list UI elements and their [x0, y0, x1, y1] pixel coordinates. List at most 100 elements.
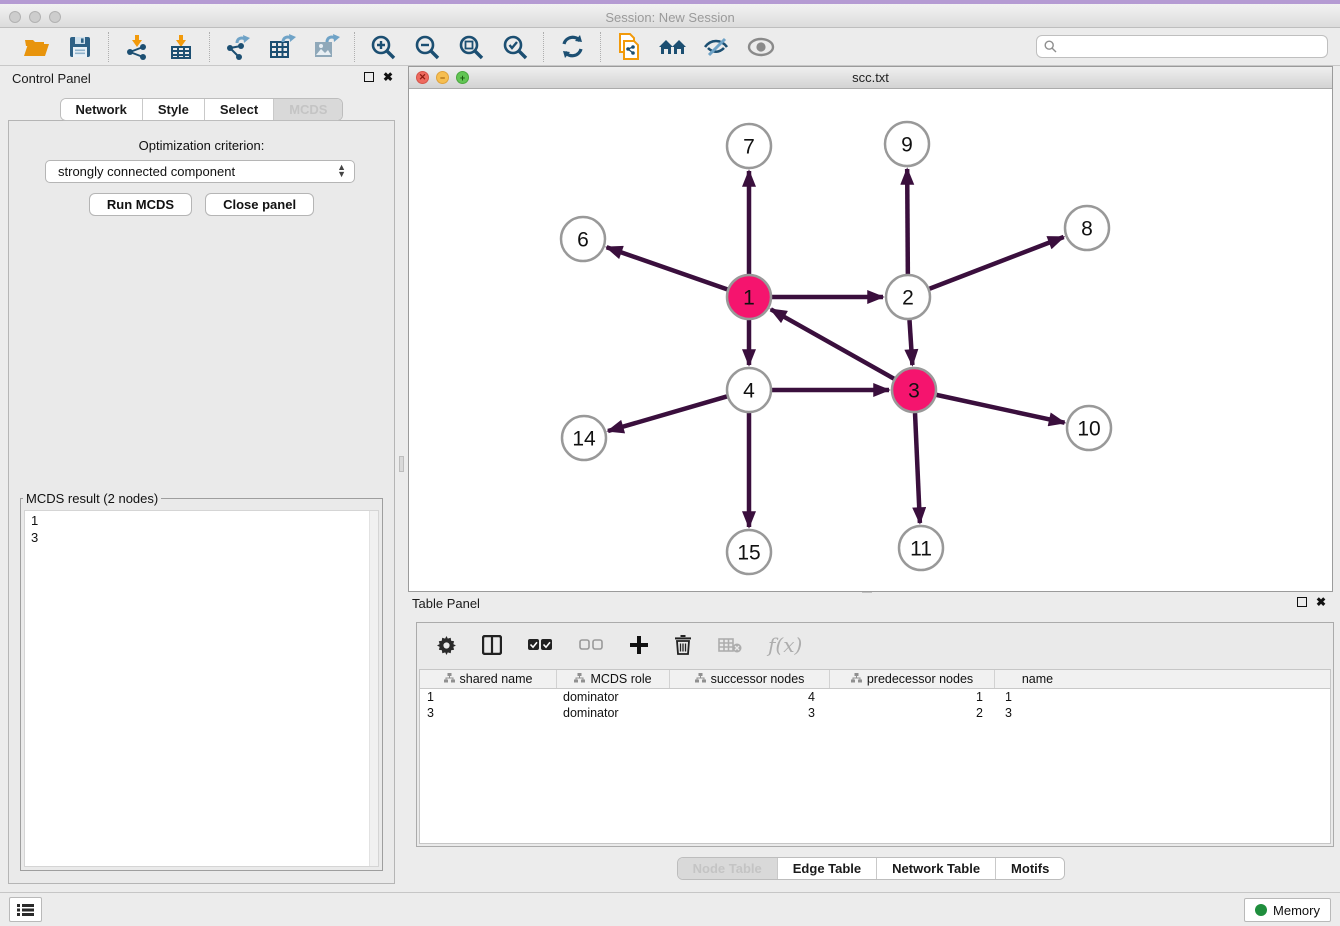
show-all-icon[interactable]	[746, 32, 776, 62]
close-panel-icon[interactable]: ✖	[383, 72, 393, 82]
deselect-all-columns-icon[interactable]	[579, 639, 604, 651]
cell-shared-name[interactable]: 1	[420, 689, 557, 705]
tab-node-table[interactable]: Node Table	[678, 858, 778, 879]
vertical-splitter[interactable]	[396, 66, 407, 592]
export-image-icon[interactable]	[311, 32, 341, 62]
zoom-fit-icon[interactable]	[456, 32, 486, 62]
search-icon	[1044, 40, 1057, 58]
mcds-result-fieldset: MCDS result (2 nodes) 1 3	[20, 491, 383, 871]
column-layout-icon[interactable]	[482, 635, 502, 655]
graph-edge-3-10[interactable]	[936, 395, 1064, 423]
cell-MCDS-role[interactable]: dominator	[557, 689, 670, 705]
graph-node-9[interactable]: 9	[885, 122, 929, 166]
graph-node-15[interactable]: 15	[727, 530, 771, 574]
graph-node-8[interactable]: 8	[1065, 206, 1109, 250]
result-scrollbar[interactable]	[369, 511, 378, 866]
sort-tree-icon	[574, 672, 585, 686]
float-panel-icon[interactable]	[364, 72, 374, 82]
svg-text:1: 1	[743, 287, 755, 310]
graph-node-10[interactable]: 10	[1067, 406, 1111, 450]
run-mcds-button[interactable]: Run MCDS	[89, 193, 192, 216]
first-neighbors-icon[interactable]	[658, 32, 688, 62]
sort-tree-icon	[695, 672, 706, 686]
node-table-grid[interactable]: shared nameMCDS rolesuccessor nodesprede…	[419, 669, 1331, 844]
tab-motifs[interactable]: Motifs	[996, 858, 1064, 879]
cell-successor-nodes[interactable]: 3	[670, 705, 830, 721]
tab-edge-table[interactable]: Edge Table	[778, 858, 877, 879]
cell-predecessor-nodes[interactable]: 2	[830, 705, 995, 721]
cell-name[interactable]: 1	[995, 689, 1080, 705]
search-container	[1036, 35, 1328, 58]
export-network-icon[interactable]	[223, 32, 253, 62]
duplicate-network-icon[interactable]	[614, 32, 644, 62]
graph-edge-1-6[interactable]	[607, 247, 728, 289]
graph-edge-2-9[interactable]	[907, 169, 908, 274]
graph-node-2[interactable]: 2	[886, 275, 930, 319]
sort-tree-icon	[444, 672, 455, 686]
column-header-successor-nodes[interactable]: successor nodes	[670, 670, 830, 688]
table-tabs: Node TableEdge TableNetwork TableMotifs	[677, 857, 1066, 880]
cell-successor-nodes[interactable]: 4	[670, 689, 830, 705]
close-panel-button[interactable]: Close panel	[205, 193, 314, 216]
graph-node-1[interactable]: 1	[727, 275, 771, 319]
svg-text:3: 3	[908, 380, 920, 403]
graph-edge-2-8[interactable]	[929, 237, 1063, 289]
table-settings-gear-icon[interactable]	[437, 636, 456, 655]
graph-node-3[interactable]: 3	[892, 368, 936, 412]
memory-label: Memory	[1273, 903, 1320, 918]
criterion-dropdown[interactable]: strongly connected component ▲▼	[45, 160, 355, 183]
cell-MCDS-role[interactable]: dominator	[557, 705, 670, 721]
add-column-icon[interactable]	[630, 636, 648, 654]
graph-edge-3-1[interactable]	[771, 309, 894, 378]
column-header-predecessor-nodes[interactable]: predecessor nodes	[830, 670, 995, 688]
table-header-row: shared nameMCDS rolesuccessor nodesprede…	[420, 670, 1330, 689]
tab-mcds[interactable]: MCDS	[274, 99, 342, 120]
tab-network[interactable]: Network	[61, 99, 143, 120]
import-network-icon[interactable]	[122, 32, 152, 62]
column-header-name[interactable]: name	[995, 670, 1080, 688]
cell-shared-name[interactable]: 3	[420, 705, 557, 721]
refresh-layout-icon[interactable]	[557, 32, 587, 62]
float-table-panel-icon[interactable]	[1297, 597, 1307, 607]
graph-edge-4-14[interactable]	[608, 396, 727, 431]
graph-node-4[interactable]: 4	[727, 368, 771, 412]
tab-select[interactable]: Select	[205, 99, 274, 120]
export-table-icon[interactable]	[267, 32, 297, 62]
cell-name[interactable]: 3	[995, 705, 1080, 721]
cell-predecessor-nodes[interactable]: 1	[830, 689, 995, 705]
graph-edge-2-3[interactable]	[909, 320, 912, 365]
import-table-icon[interactable]	[166, 32, 196, 62]
zoom-in-icon[interactable]	[368, 32, 398, 62]
delete-column-icon[interactable]	[674, 635, 692, 655]
graph-node-6[interactable]: 6	[561, 217, 605, 261]
column-header-MCDS-role[interactable]: MCDS role	[557, 670, 670, 688]
table-toolbar: f(x)	[417, 623, 1333, 667]
column-header-shared-name[interactable]: shared name	[420, 670, 557, 688]
task-history-button[interactable]	[9, 897, 42, 922]
open-session-icon[interactable]	[21, 32, 51, 62]
tab-style[interactable]: Style	[143, 99, 205, 120]
window-title: Session: New Session	[0, 10, 1340, 25]
graph-edge-3-11[interactable]	[915, 413, 920, 523]
network-window-titlebar[interactable]: ✕ − + scc.txt	[409, 67, 1332, 89]
memory-button[interactable]: Memory	[1244, 898, 1331, 922]
mcds-result-area[interactable]: 1 3	[24, 510, 379, 867]
zoom-out-icon[interactable]	[412, 32, 442, 62]
zoom-selected-icon[interactable]	[500, 32, 530, 62]
close-table-panel-icon[interactable]: ✖	[1316, 597, 1326, 607]
network-canvas[interactable]: 7 9 6 8 1 2 4 3 14 10 15 11	[409, 89, 1332, 591]
table-row[interactable]: 1dominator411	[420, 689, 1330, 705]
graph-node-11[interactable]: 11	[899, 526, 943, 570]
function-builder-icon-disabled: f(x)	[768, 633, 802, 657]
hide-selected-icon[interactable]	[702, 32, 732, 62]
table-container: f(x) shared nameMCDS rolesuccessor nodes…	[416, 622, 1334, 847]
graph-node-7[interactable]: 7	[727, 124, 771, 168]
search-input[interactable]	[1036, 35, 1328, 58]
save-session-icon[interactable]	[65, 32, 95, 62]
svg-text:6: 6	[577, 229, 589, 252]
select-all-columns-icon[interactable]	[528, 639, 553, 651]
tab-network-table[interactable]: Network Table	[877, 858, 996, 879]
table-row[interactable]: 3dominator323	[420, 705, 1330, 721]
graph-node-14[interactable]: 14	[562, 416, 606, 460]
control-panel: Control Panel ✖ NetworkStyleSelectMCDS O…	[8, 70, 395, 884]
